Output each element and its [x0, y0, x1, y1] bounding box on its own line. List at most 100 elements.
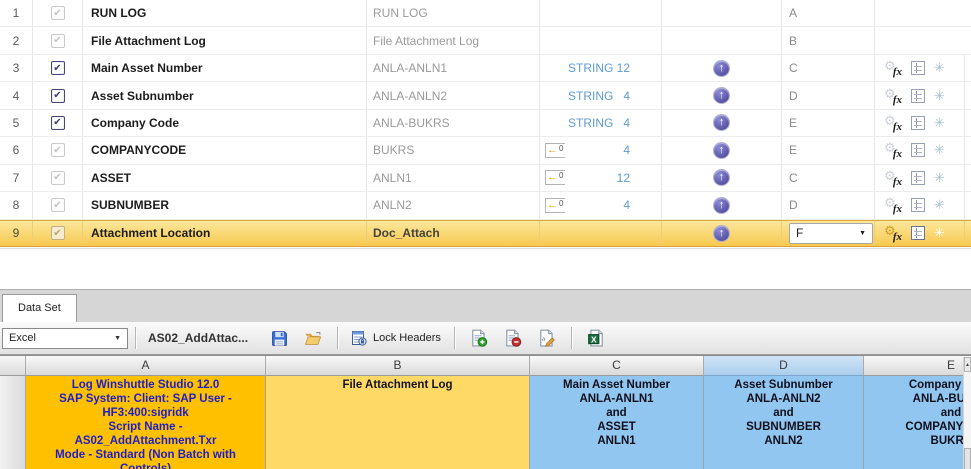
row-actions: ⚙ fx ✳: [875, 82, 965, 109]
list-values-icon[interactable]: [911, 143, 925, 158]
list-values-icon[interactable]: [911, 115, 925, 130]
column-header[interactable]: E: [864, 356, 963, 376]
list-values-icon[interactable]: [911, 88, 925, 103]
column-letter: B: [789, 33, 798, 48]
fx-formula-icon[interactable]: ⚙ fx: [884, 224, 902, 244]
mapper-row[interactable]: 7 ✔ ASSET ANLN1 ← 0 12 ↑ C ⚙ fx ✳: [0, 164, 971, 193]
row-checkbox[interactable]: ✔: [50, 170, 65, 185]
list-values-icon[interactable]: [911, 226, 925, 241]
field-technical-name: ANLN2: [367, 192, 540, 219]
mapper-row[interactable]: 9 ✔ Attachment Location Doc_Attach ↑ F ▼ …: [0, 219, 971, 247]
scroll-thumb[interactable]: [964, 448, 971, 469]
row-checkbox[interactable]: ✔: [50, 198, 65, 213]
fx-formula-icon[interactable]: ⚙ fx: [884, 196, 902, 216]
fx-label: fx: [892, 231, 902, 244]
save-button[interactable]: [267, 326, 291, 350]
asterisk-icon[interactable]: ✳: [934, 225, 945, 241]
field-description: ASSET: [83, 164, 367, 192]
ext-zero-label: 0: [559, 198, 564, 208]
tab-data-set[interactable]: Data Set: [2, 294, 77, 322]
sheet-cell[interactable]: Main Asset Number ANLA-ANLN1 and ASSET ANLN1: [530, 376, 704, 469]
cell-line: COMPANYCODE: [905, 421, 963, 433]
asterisk-icon[interactable]: ✳: [934, 60, 945, 76]
cell-line: Controls): [119, 463, 172, 469]
upload-icon[interactable]: ↑: [713, 141, 730, 159]
external-field-marker: ← 0: [545, 197, 566, 213]
field-technical-name: ANLA-ANLN1: [367, 54, 540, 82]
row-number: 5: [0, 109, 33, 137]
row-checkbox[interactable]: ✔: [50, 226, 65, 241]
cell-line: Asset Subnumber: [734, 379, 833, 391]
upload-icon[interactable]: ↑: [713, 224, 730, 242]
asterisk-icon[interactable]: ✳: [934, 88, 945, 104]
asterisk-icon[interactable]: ✳: [934, 170, 945, 186]
upload-arrow-icon: ↑: [718, 89, 725, 102]
list-values-icon[interactable]: [911, 61, 925, 76]
sheet-row: Log Winshuttle Studio 12.0 SAP System: Cl…: [0, 376, 963, 469]
row-checkbox[interactable]: ✔: [50, 6, 65, 21]
row-actions: ⚙ fx ✳: [875, 220, 965, 246]
rename-data-set-button[interactable]: a: [535, 326, 559, 350]
mapper-row[interactable]: 2 ✔ File Attachment Log File Attachment …: [0, 27, 971, 55]
svg-text:a: a: [542, 335, 545, 342]
sheet-cell[interactable]: Asset Subnumber ANLA-ANLN2 and SUBNUMBER ANL…: [704, 376, 864, 469]
upload-icon[interactable]: ↑: [713, 169, 730, 187]
list-values-icon[interactable]: [911, 198, 925, 213]
row-actions: ⚙ fx ✳: [875, 54, 965, 82]
row-number: 7: [0, 164, 33, 192]
mapper-row[interactable]: 8 ✔ SUBNUMBER ANLN2 ← 0 4 ↑ D ⚙ fx ✳: [0, 192, 971, 220]
row-checkbox[interactable]: ✔: [50, 143, 65, 158]
type-length: 4: [623, 88, 630, 103]
mapper-row[interactable]: 6 ✔ COMPANYCODE BUKRS ← 0 4 ↑ E ⚙ fx ✳: [0, 137, 971, 165]
cell-line: SAP System: Client: SAP User -: [59, 393, 232, 405]
mapper-row[interactable]: 1 ✔ RUN LOG RUN LOG A: [0, 0, 971, 28]
upload-icon[interactable]: ↑: [713, 87, 730, 105]
asterisk-icon[interactable]: ✳: [934, 197, 945, 213]
left-arrow-icon: ←: [547, 198, 558, 211]
fx-formula-icon[interactable]: ⚙ fx: [884, 141, 902, 161]
save-icon: [271, 330, 287, 346]
asterisk-icon[interactable]: ✳: [934, 142, 945, 158]
vertical-scrollbar[interactable]: ▲: [963, 357, 971, 469]
fx-formula-icon[interactable]: ⚙ fx: [884, 86, 902, 106]
sheet-cell[interactable]: Log Winshuttle Studio 12.0 SAP System: Cl…: [26, 376, 266, 469]
mapper-row[interactable]: 5 ✔ Company Code ANLA-BUKRS STRING 4 ↑ E…: [0, 109, 971, 138]
row-checkbox[interactable]: ✔: [50, 61, 65, 76]
sheet-cell[interactable]: File Attachment Log: [266, 376, 530, 469]
upload-icon[interactable]: ↑: [713, 196, 730, 214]
mapper-row[interactable]: 3 ✔ Main Asset Number ANLA-ANLN1 STRING …: [0, 54, 971, 83]
sheet-cell[interactable]: Company Code ANLA-BUKRS and COMPANYCODE BUKR…: [864, 376, 963, 469]
external-field-marker: ← 0: [545, 142, 566, 158]
data-source-select[interactable]: Excel ▼: [2, 327, 128, 349]
row-header[interactable]: [0, 376, 26, 469]
cell-line: BUKRS: [930, 435, 963, 447]
select-all-corner[interactable]: [0, 356, 26, 376]
fx-formula-icon[interactable]: ⚙ fx: [884, 59, 902, 79]
column-header[interactable]: A: [26, 356, 266, 376]
row-filler: [965, 55, 971, 81]
row-checkbox[interactable]: ✔: [50, 115, 65, 130]
column-header[interactable]: C: [530, 356, 704, 376]
row-actions: ⚙ fx ✳: [875, 137, 965, 164]
mapper-row[interactable]: 4 ✔ Asset Subnumber ANLA-ANLN2 STRING 4 …: [0, 82, 971, 110]
open-in-excel-button[interactable]: X: [584, 326, 608, 350]
asterisk-icon[interactable]: ✳: [934, 115, 945, 131]
lock-headers-button[interactable]: Lock Headers: [345, 326, 447, 350]
scroll-up-button[interactable]: ▲: [964, 357, 971, 372]
fx-formula-icon[interactable]: ⚙ fx: [884, 113, 902, 133]
column-letter: C: [789, 170, 798, 185]
left-arrow-icon: ←: [547, 143, 558, 156]
add-data-set-button[interactable]: [467, 326, 491, 350]
fx-formula-icon[interactable]: ⚙ fx: [884, 168, 902, 188]
row-checkbox[interactable]: ✔: [50, 88, 65, 103]
column-letter-dropdown[interactable]: F ▼: [789, 222, 873, 244]
list-values-icon[interactable]: [911, 170, 925, 185]
column-header[interactable]: B: [266, 356, 530, 376]
column-header[interactable]: D: [704, 356, 864, 376]
upload-icon[interactable]: ↑: [713, 59, 730, 77]
upload-icon[interactable]: ↑: [713, 114, 730, 132]
open-button[interactable]: [301, 326, 325, 350]
remove-data-set-button[interactable]: [501, 326, 525, 350]
row-checkbox[interactable]: ✔: [50, 33, 65, 48]
svg-text:X: X: [591, 334, 597, 344]
